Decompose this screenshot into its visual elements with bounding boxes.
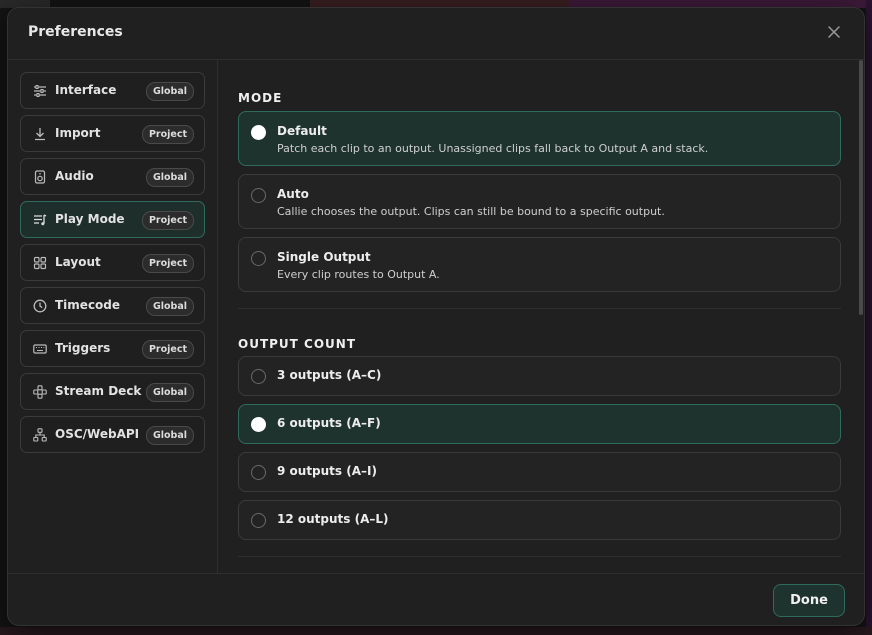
scrollbar[interactable] [856, 60, 864, 573]
mode-option-single-output[interactable]: Single Output Every clip routes to Outpu… [238, 237, 841, 292]
background-tile [0, 627, 872, 635]
grid-icon [32, 255, 48, 271]
radio-button[interactable] [251, 125, 266, 140]
play-mode-panel: MODE Default Patch each clip to an outpu… [218, 60, 864, 573]
radio-button[interactable] [251, 188, 266, 203]
output-count-section-title: OUTPUT COUNT [238, 337, 357, 351]
output-count-option-9[interactable]: 9 outputs (A–I) [238, 452, 841, 492]
option-label: Single Output [277, 250, 371, 264]
background-tile [866, 0, 872, 635]
clock-icon [32, 298, 48, 314]
preferences-sidebar: Interface Global Import Project Audio Gl… [8, 60, 218, 573]
scope-badge: Global [145, 297, 194, 316]
sidebar-item-stream-deck[interactable]: Stream Deck Global [20, 373, 205, 410]
option-label: 12 outputs (A–L) [277, 512, 389, 526]
scope-badge: Project [141, 254, 194, 273]
close-button[interactable] [824, 22, 844, 42]
dialog-header: Preferences [8, 8, 864, 60]
close-icon [828, 26, 840, 38]
sidebar-item-label: Triggers [55, 341, 111, 355]
option-description: Every clip routes to Output A. [277, 268, 440, 281]
scope-badge: Project [141, 211, 194, 230]
scrollbar-thumb[interactable] [859, 60, 863, 315]
preferences-dialog: Preferences Interface Global Import Proj… [7, 7, 865, 626]
gamepad-icon [32, 384, 48, 400]
keyboard-icon [32, 341, 48, 357]
sidebar-item-play-mode[interactable]: Play Mode Project [20, 201, 205, 238]
network-icon [32, 427, 48, 443]
speaker-icon [32, 169, 48, 185]
scope-badge: Global [145, 383, 194, 402]
sidebar-item-interface[interactable]: Interface Global [20, 72, 205, 109]
radio-button[interactable] [251, 465, 266, 480]
done-button[interactable]: Done [773, 584, 845, 617]
output-count-option-6[interactable]: 6 outputs (A–F) [238, 404, 841, 444]
sliders-icon [32, 83, 48, 99]
sidebar-item-label: Layout [55, 255, 101, 269]
radio-button[interactable] [251, 251, 266, 266]
option-label: 6 outputs (A–F) [277, 416, 381, 430]
radio-button[interactable] [251, 417, 266, 432]
download-icon [32, 126, 48, 142]
dialog-footer: Done [8, 573, 864, 625]
sidebar-item-label: Interface [55, 83, 117, 97]
sidebar-item-audio[interactable]: Audio Global [20, 158, 205, 195]
output-count-option-3[interactable]: 3 outputs (A–C) [238, 356, 841, 396]
mode-option-default[interactable]: Default Patch each clip to an output. Un… [238, 111, 841, 166]
sidebar-item-import[interactable]: Import Project [20, 115, 205, 152]
dialog-title: Preferences [28, 24, 123, 40]
option-description: Callie chooses the output. Clips can sti… [277, 205, 665, 218]
option-label: 9 outputs (A–I) [277, 464, 377, 478]
option-label: 3 outputs (A–C) [277, 368, 382, 382]
sidebar-item-label: OSC/WebAPI [55, 427, 140, 441]
sidebar-item-label: Play Mode [55, 212, 125, 226]
sidebar-item-triggers[interactable]: Triggers Project [20, 330, 205, 367]
radio-button[interactable] [251, 369, 266, 384]
sidebar-item-label: Timecode [55, 298, 121, 312]
sidebar-item-osc-webapi[interactable]: OSC/WebAPI Global [20, 416, 205, 453]
scope-badge: Project [141, 125, 194, 144]
option-label: Auto [277, 187, 309, 201]
scope-badge: Project [141, 340, 194, 359]
scope-badge: Global [145, 82, 194, 101]
sidebar-item-label: Audio [55, 169, 94, 183]
section-divider [238, 308, 841, 309]
scope-badge: Global [145, 168, 194, 187]
sidebar-item-layout[interactable]: Layout Project [20, 244, 205, 281]
option-label: Default [277, 124, 327, 138]
radio-button[interactable] [251, 513, 266, 528]
option-description: Patch each clip to an output. Unassigned… [277, 142, 709, 155]
sidebar-item-timecode[interactable]: Timecode Global [20, 287, 205, 324]
sidebar-item-label: Import [55, 126, 101, 140]
output-count-option-12[interactable]: 12 outputs (A–L) [238, 500, 841, 540]
mode-option-auto[interactable]: Auto Callie chooses the output. Clips ca… [238, 174, 841, 229]
playlist-icon [32, 212, 48, 228]
scope-badge: Global [145, 426, 194, 445]
section-divider [238, 556, 841, 557]
mode-section-title: MODE [238, 91, 283, 105]
sidebar-item-label: Stream Deck [55, 384, 142, 398]
